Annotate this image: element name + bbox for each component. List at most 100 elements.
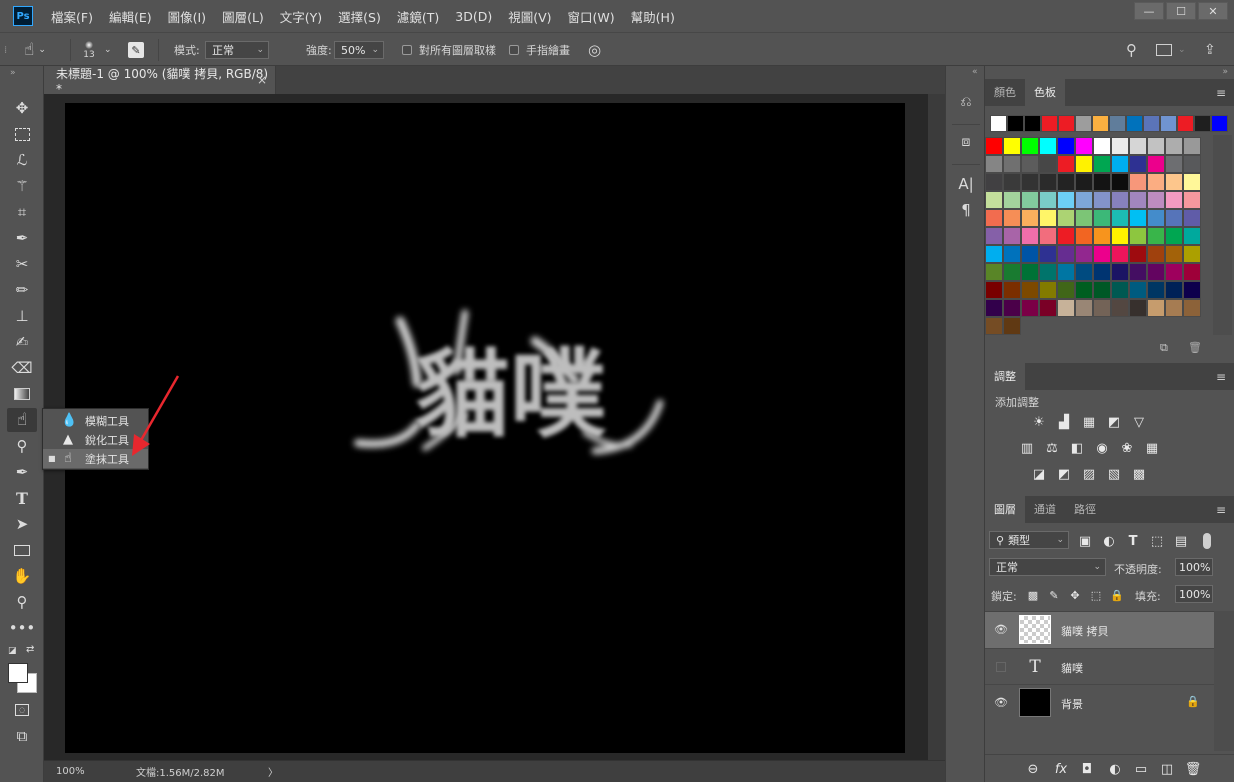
swatch[interactable] — [1021, 263, 1039, 281]
swatch[interactable] — [1039, 191, 1057, 209]
threshold-icon[interactable]: ▨ — [1079, 465, 1099, 483]
lock-transparent-icon[interactable]: ▩ — [1023, 586, 1043, 604]
swatch[interactable] — [985, 263, 1003, 281]
swatch[interactable] — [1075, 209, 1093, 227]
fill-input[interactable]: 100% — [1175, 585, 1213, 603]
swatch[interactable] — [1147, 173, 1165, 191]
smudge-tool-icon[interactable]: ☝ — [7, 408, 37, 432]
menu-window[interactable]: 窗口(W) — [560, 7, 623, 26]
new-layer-icon[interactable]: ◫ — [1157, 760, 1177, 778]
swatch[interactable] — [1003, 209, 1021, 227]
crop-tool-icon[interactable]: ⌗ — [7, 200, 37, 224]
swatch[interactable] — [1003, 263, 1021, 281]
swatch[interactable] — [1039, 281, 1057, 299]
hue-saturation-icon[interactable]: ▥ — [1017, 439, 1037, 457]
swatch[interactable] — [1111, 191, 1129, 209]
swatch[interactable] — [1129, 173, 1147, 191]
swatch[interactable] — [1093, 263, 1111, 281]
swatch[interactable] — [1003, 227, 1021, 245]
swatch[interactable] — [985, 137, 1003, 155]
swatch[interactable] — [1024, 115, 1041, 132]
canvas[interactable]: 貓噗 — [65, 103, 905, 753]
menu-edit[interactable]: 編輯(E) — [101, 7, 160, 26]
swatch[interactable] — [1147, 245, 1165, 263]
swatch[interactable] — [985, 299, 1003, 317]
new-adjustment-icon[interactable]: ◐ — [1105, 760, 1125, 778]
history-brush-tool-icon[interactable]: ✍ — [7, 330, 37, 354]
swatch[interactable] — [1165, 155, 1183, 173]
options-grip[interactable]: ⁞ — [4, 33, 14, 67]
swatch[interactable] — [1093, 191, 1111, 209]
lock-image-icon[interactable]: ✎ — [1044, 586, 1064, 604]
swatch[interactable] — [1111, 245, 1129, 263]
swatch[interactable] — [1003, 173, 1021, 191]
swatch[interactable] — [1093, 281, 1111, 299]
move-tool-icon[interactable]: ✥ — [7, 96, 37, 120]
swatch[interactable] — [1093, 173, 1111, 191]
menu-file[interactable]: 檔案(F) — [43, 7, 101, 26]
filter-toggle[interactable] — [1203, 533, 1211, 549]
swatch[interactable] — [1021, 173, 1039, 191]
swatch[interactable] — [1057, 155, 1075, 173]
swatch[interactable] — [1165, 209, 1183, 227]
default-colors-icon[interactable]: ◪ — [8, 646, 17, 656]
maximize-button[interactable]: ☐ — [1166, 2, 1196, 20]
visibility-eye-icon[interactable]: 👁 — [994, 696, 1008, 709]
brightness-contrast-icon[interactable]: ☀ — [1029, 413, 1049, 431]
swatch[interactable] — [1039, 173, 1057, 191]
delete-swatch-icon[interactable]: 🗑 — [1188, 341, 1202, 354]
swatches-scrollbar[interactable] — [1213, 135, 1232, 335]
swatch[interactable] — [985, 317, 1003, 335]
filter-smart-object-icon[interactable]: ▤ — [1171, 532, 1191, 550]
gradient-tool-icon[interactable] — [7, 382, 37, 406]
dodge-tool-icon[interactable]: ⚲ — [7, 434, 37, 458]
swatch[interactable] — [1041, 115, 1058, 132]
swatch[interactable] — [1057, 173, 1075, 191]
collapse-icon[interactable]: » — [10, 68, 16, 78]
share-icon[interactable]: ⇪ — [1204, 33, 1216, 67]
swatch[interactable] — [1039, 155, 1057, 173]
swatch[interactable] — [1129, 227, 1147, 245]
swatch[interactable] — [1021, 191, 1039, 209]
swatch[interactable] — [1165, 137, 1183, 155]
type-tool-icon[interactable]: T — [7, 486, 37, 510]
tab-color[interactable]: 顏色 — [985, 79, 1025, 106]
swatch[interactable] — [1129, 281, 1147, 299]
minimize-button[interactable]: — — [1134, 2, 1164, 20]
tab-adjustments[interactable]: 調整 — [985, 363, 1025, 390]
chevron-down-icon[interactable]: ⌄ — [104, 33, 112, 67]
lock-artboard-icon[interactable]: ⬚ — [1086, 586, 1106, 604]
swatch[interactable] — [1021, 209, 1039, 227]
search-icon[interactable]: ⚲ — [1126, 33, 1137, 67]
swatch[interactable] — [1183, 191, 1201, 209]
vertical-scrollbar[interactable] — [928, 94, 945, 760]
strength-input[interactable]: 50% ⌄ — [334, 41, 384, 59]
smudge-preset-icon[interactable]: ☝ ⌄ — [24, 33, 46, 67]
swatch[interactable] — [1039, 263, 1057, 281]
swatch[interactable] — [1003, 137, 1021, 155]
swatch[interactable] — [985, 245, 1003, 263]
healing-brush-tool-icon[interactable]: ✂ — [7, 252, 37, 276]
vibrance-icon[interactable]: ▽ — [1129, 413, 1149, 431]
swatch[interactable] — [1021, 281, 1039, 299]
swatch[interactable] — [1039, 227, 1057, 245]
tab-swatches[interactable]: 色板 — [1025, 79, 1065, 106]
collapse-icon[interactable]: » — [1222, 67, 1228, 77]
swatch[interactable] — [1057, 137, 1075, 155]
swatch[interactable] — [1057, 209, 1075, 227]
menu-help[interactable]: 幫助(H) — [623, 7, 683, 26]
swatch[interactable] — [985, 155, 1003, 173]
swatch[interactable] — [1129, 209, 1147, 227]
menu-image[interactable]: 圖像(I) — [160, 7, 214, 26]
zoom-tool-icon[interactable]: ⚲ — [7, 590, 37, 614]
filter-adjustment-icon[interactable]: ◐ — [1099, 532, 1119, 550]
quick-mask-icon[interactable]: ◌ — [7, 698, 37, 722]
swatch[interactable] — [1021, 299, 1039, 317]
posterize-icon[interactable]: ◩ — [1054, 465, 1074, 483]
swatch[interactable] — [1147, 209, 1165, 227]
swatch[interactable] — [1183, 263, 1201, 281]
channel-mixer-icon[interactable]: ❀ — [1117, 439, 1137, 457]
swatch[interactable] — [1111, 299, 1129, 317]
swatch[interactable] — [1129, 155, 1147, 173]
3d-panel-icon[interactable]: ⧈ — [954, 130, 978, 154]
